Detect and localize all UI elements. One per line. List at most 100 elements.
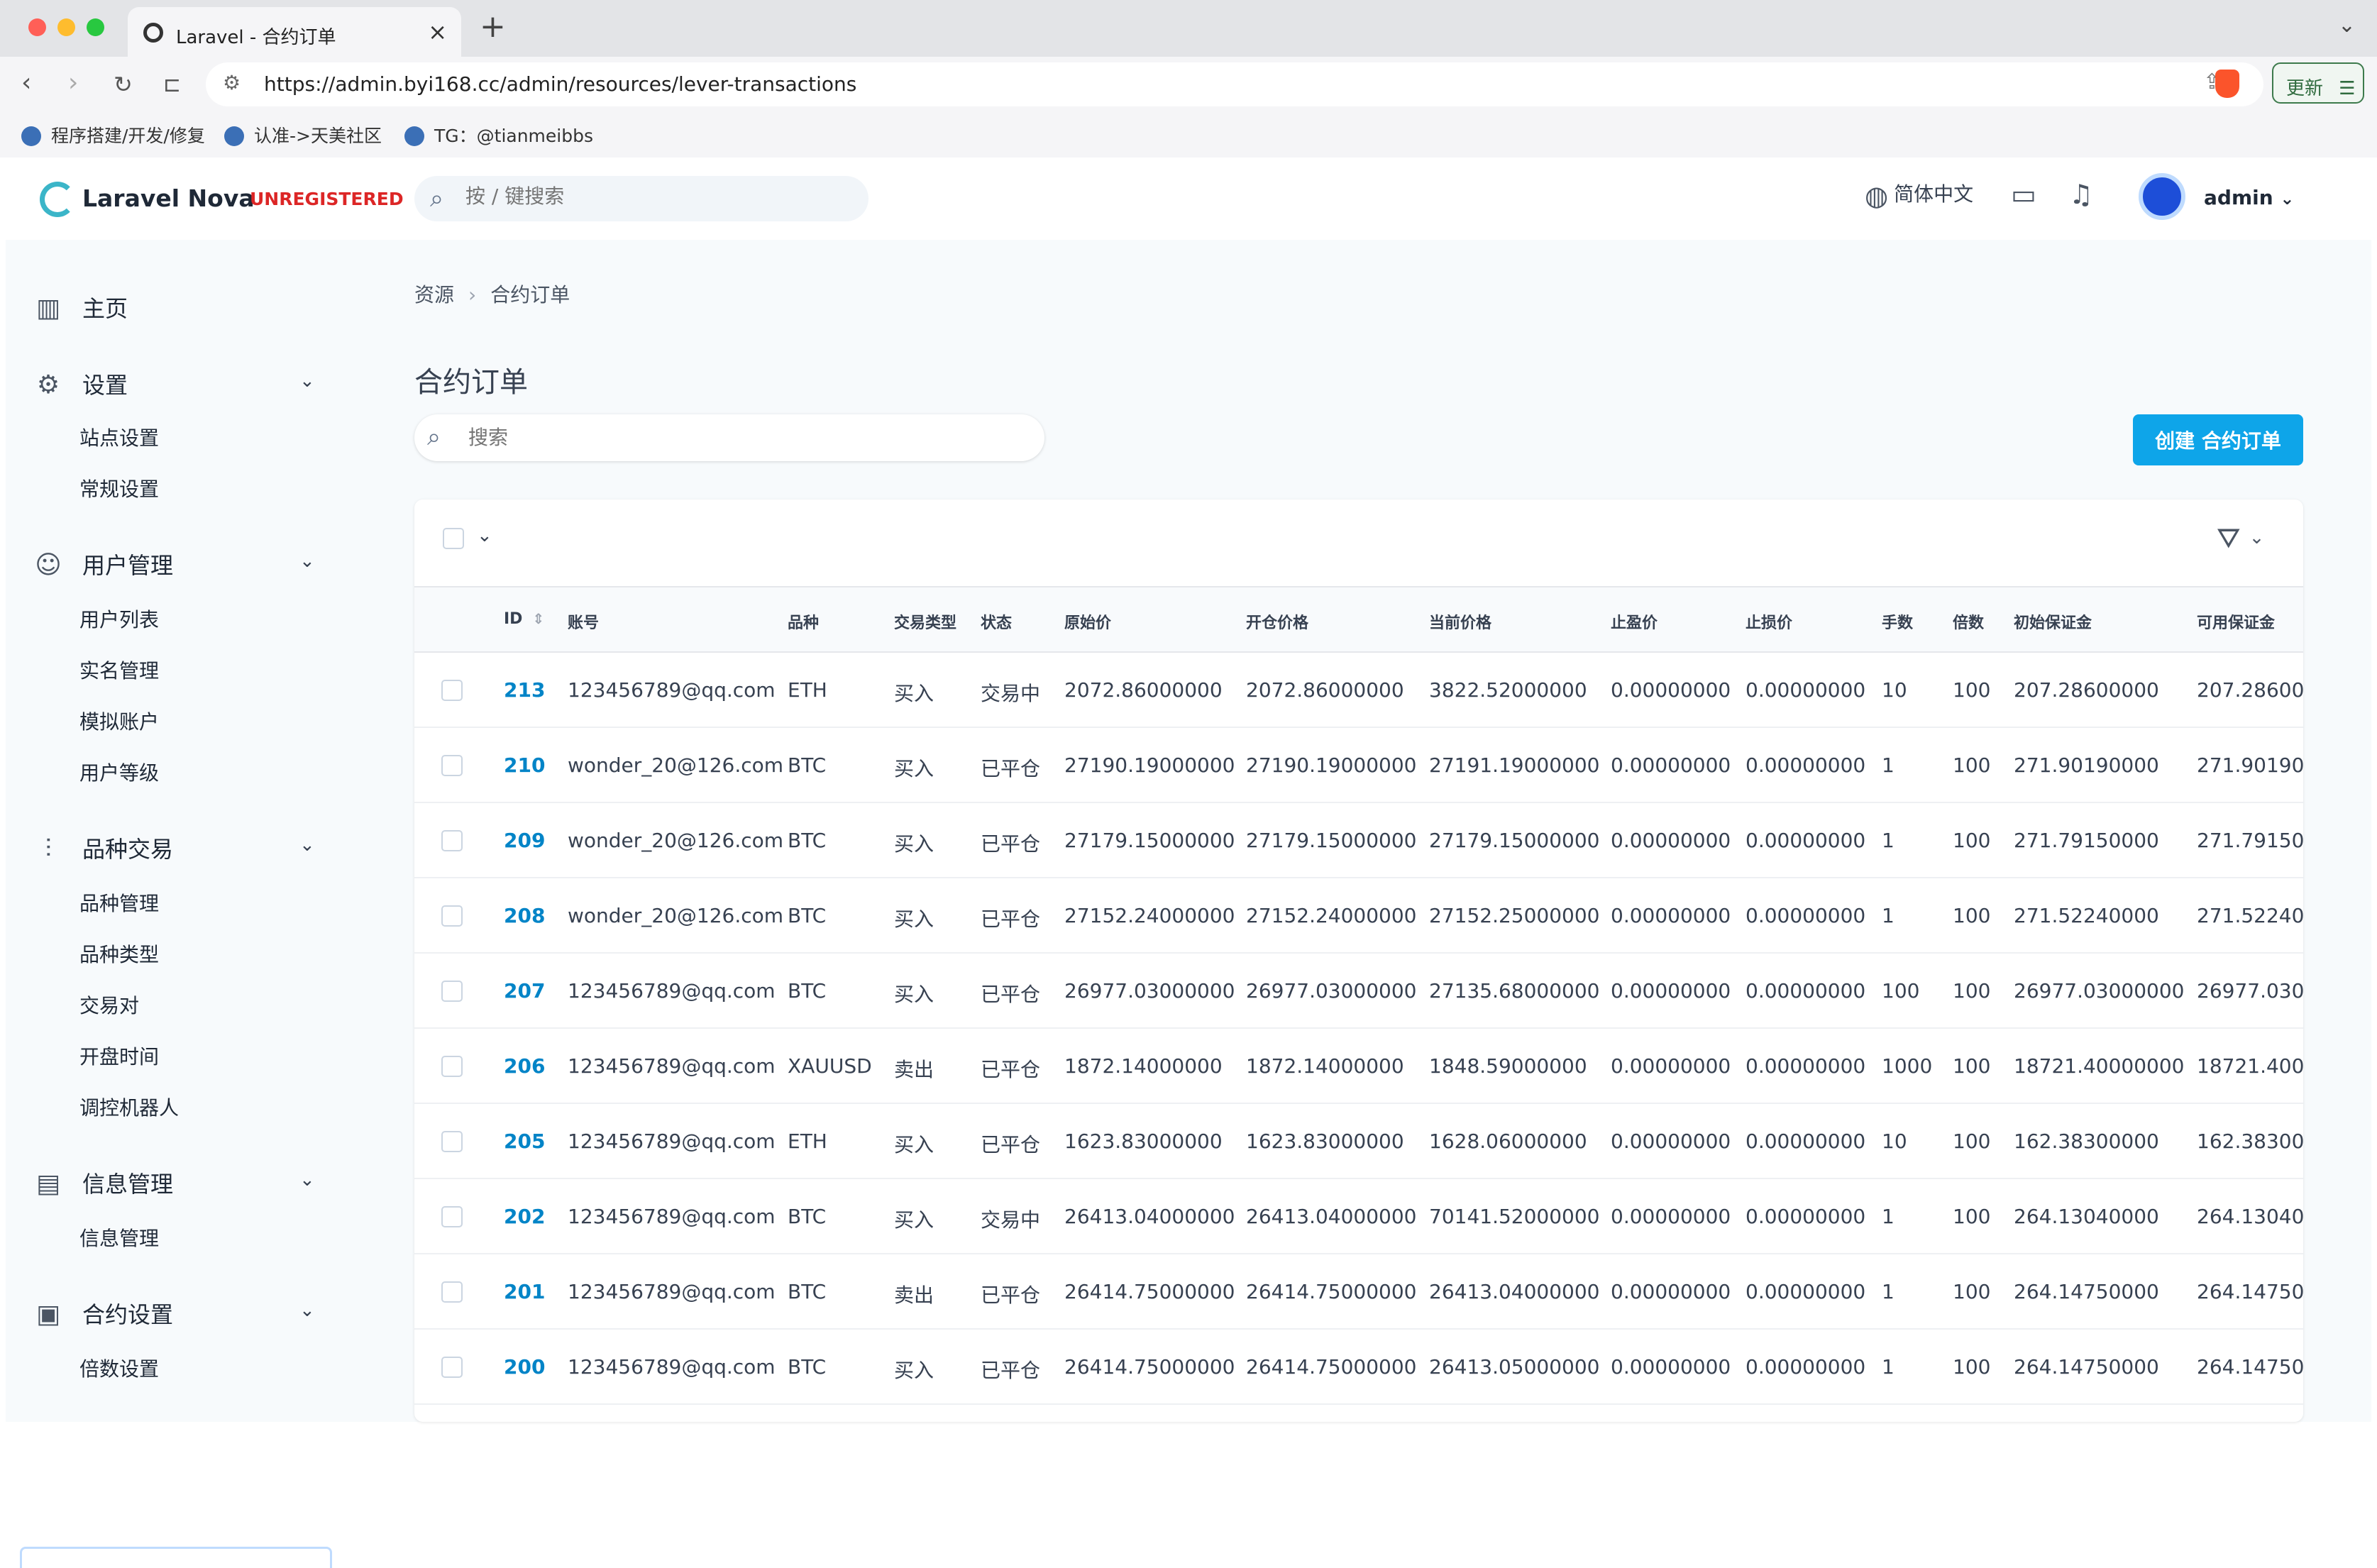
brave-shield-icon[interactable] xyxy=(2215,70,2239,98)
resource-search-input[interactable] xyxy=(468,426,1022,449)
brand-name[interactable]: Laravel Nova xyxy=(82,184,255,212)
close-tab-icon[interactable]: × xyxy=(428,18,447,45)
cell-take-profit: 0.00000000 xyxy=(1611,904,1731,927)
row-checkbox[interactable] xyxy=(441,1206,463,1227)
avatar[interactable] xyxy=(2139,173,2185,220)
cell-id[interactable]: 207 xyxy=(504,979,545,1003)
row-checkbox[interactable] xyxy=(441,755,463,776)
sort-icon[interactable]: ⇕ xyxy=(532,610,544,627)
table-row[interactable]: 200 123456789@qq.com BTC 买入 已平仓 26414.7500000… xyxy=(414,1330,2303,1405)
cell-stop-loss: 0.00000000 xyxy=(1745,1054,1866,1078)
sidebar-group-trading[interactable]: ⫶ 品种交易 ⌄ xyxy=(33,832,315,864)
sidebar-item[interactable]: 开盘时间 xyxy=(79,1042,159,1070)
cell-available-margin: 18721.4000 xyxy=(2197,1054,2303,1078)
sidebar-item-home[interactable]: ▥ 主页 xyxy=(33,291,128,324)
global-search-input[interactable] xyxy=(465,184,849,208)
bookmark-item[interactable]: 认准->天美社区 xyxy=(224,122,382,148)
sidebar-item[interactable]: 用户列表 xyxy=(79,604,159,633)
new-tab-icon[interactable]: + xyxy=(480,9,506,45)
row-checkbox[interactable] xyxy=(441,905,463,927)
cell-id[interactable]: 208 xyxy=(504,904,545,927)
chevron-down-icon[interactable]: ⌄ xyxy=(2249,527,2265,548)
column-header-lots: 手数 xyxy=(1882,614,1914,632)
table-row[interactable]: 202 123456789@qq.com BTC 买入 交易中 26413.0400000… xyxy=(414,1179,2303,1254)
maximize-window-button[interactable] xyxy=(87,18,104,36)
site-settings-icon[interactable]: ⚙ xyxy=(223,71,241,94)
tab-list-chevron-icon[interactable]: ⌄ xyxy=(2338,13,2356,38)
row-checkbox[interactable] xyxy=(441,1056,463,1077)
cell-id[interactable]: 209 xyxy=(504,829,545,852)
table-row[interactable]: 206 123456789@qq.com XAUUSD 卖出 已平仓 1872.14000… xyxy=(414,1029,2303,1104)
update-button[interactable]: 更新 ☰ xyxy=(2272,62,2364,104)
row-checkbox[interactable] xyxy=(441,680,463,701)
cell-account: wonder_20@126.com xyxy=(568,904,784,927)
cell-trade-type: 买入 xyxy=(894,682,934,705)
cell-id[interactable]: 201 xyxy=(504,1280,545,1303)
filter-icon[interactable]: ⛛ ⌄ xyxy=(2217,522,2264,555)
chevron-down-icon[interactable]: ⌄ xyxy=(299,1300,315,1321)
sidebar-group-users[interactable]: ☺ 用户管理 ⌄ xyxy=(33,548,315,580)
sidebar-item[interactable]: 站点设置 xyxy=(79,423,159,451)
sidebar-item[interactable]: 调控机器人 xyxy=(79,1093,179,1121)
table-row[interactable]: 213 123456789@qq.com ETH 买入 交易中 2072.86000000… xyxy=(414,653,2303,728)
cell-symbol: BTC xyxy=(788,1280,827,1303)
resource-search[interactable]: ⌕ xyxy=(414,414,1044,461)
sidebar-item[interactable]: 信息管理 xyxy=(79,1223,159,1252)
sidebar-group-messages[interactable]: ▤ 信息管理 ⌄ xyxy=(33,1166,315,1199)
reload-icon[interactable]: ↻ xyxy=(114,71,133,98)
sidebar-item[interactable]: 常规设置 xyxy=(79,474,159,502)
cell-id[interactable]: 200 xyxy=(504,1355,545,1379)
url-text[interactable]: https://admin.byi168.cc/admin/resources/… xyxy=(264,72,856,96)
chevron-down-icon[interactable]: ⌄ xyxy=(299,834,315,856)
minimize-window-button[interactable] xyxy=(57,18,75,36)
chevron-down-icon[interactable]: ⌄ xyxy=(299,551,315,572)
user-menu[interactable]: admin ⌄ xyxy=(2204,186,2295,209)
table-row[interactable]: 201 123456789@qq.com BTC 卖出 已平仓 26414.7500000… xyxy=(414,1254,2303,1330)
nova-logo-icon[interactable] xyxy=(40,182,75,217)
sidebar-item[interactable]: 交易对 xyxy=(79,990,139,1019)
sidebar-item[interactable]: 实名管理 xyxy=(79,656,159,684)
sidebar-group-contract[interactable]: ▣ 合约设置 ⌄ xyxy=(33,1297,315,1330)
table-row[interactable]: 207 123456789@qq.com BTC 买入 已平仓 26977.0300000… xyxy=(414,954,2303,1029)
cell-id[interactable]: 210 xyxy=(504,753,545,777)
row-checkbox[interactable] xyxy=(441,830,463,851)
back-icon[interactable]: ‹ xyxy=(21,68,31,97)
table-row[interactable]: 210 wonder_20@126.com BTC 买入 已平仓 27190.190000… xyxy=(414,728,2303,803)
global-search[interactable]: ⌕ xyxy=(414,176,868,221)
table-row[interactable]: 209 wonder_20@126.com BTC 买入 已平仓 27179.150000… xyxy=(414,803,2303,878)
forward-icon[interactable]: › xyxy=(68,68,78,97)
cell-id[interactable]: 206 xyxy=(504,1054,545,1078)
bell-icon[interactable]: ♫ xyxy=(2069,179,2093,210)
bookmark-item[interactable]: TG：@tianmeibbs xyxy=(404,122,593,148)
row-checkbox[interactable] xyxy=(441,1131,463,1152)
table-row[interactable]: 208 wonder_20@126.com BTC 买入 已平仓 27152.240000… xyxy=(414,878,2303,954)
row-checkbox[interactable] xyxy=(441,1357,463,1378)
create-order-button[interactable]: 创建 合约订单 xyxy=(2133,414,2303,465)
sidebar-item[interactable]: 模拟账户 xyxy=(79,707,159,735)
close-window-button[interactable] xyxy=(28,18,46,36)
select-all-checkbox[interactable] xyxy=(443,528,464,549)
monitor-icon[interactable]: ▭ xyxy=(2011,179,2036,210)
bookmark-item[interactable]: 程序搭建/开发/修复 xyxy=(21,122,205,148)
table-row[interactable]: 205 123456789@qq.com ETH 买入 已平仓 1623.83000000… xyxy=(414,1104,2303,1179)
bookmark-icon[interactable]: ⊏ xyxy=(163,72,181,97)
chevron-down-icon[interactable]: ⌄ xyxy=(477,525,492,546)
row-checkbox[interactable] xyxy=(441,981,463,1002)
browser-tab[interactable]: Laravel - 合约订单 × xyxy=(128,7,461,57)
sidebar-active-item[interactable] xyxy=(20,1547,332,1568)
chevron-down-icon[interactable]: ⌄ xyxy=(299,370,315,392)
cell-id[interactable]: 202 xyxy=(504,1205,545,1228)
breadcrumb-link[interactable]: 资源 xyxy=(414,283,454,307)
language-switcher[interactable]: ◍ 简体中文 xyxy=(1865,179,1973,211)
cell-id[interactable]: 213 xyxy=(504,678,545,702)
address-bar[interactable]: ⚙ https://admin.byi168.cc/admin/resource… xyxy=(206,62,2263,106)
sidebar-item[interactable]: 用户等级 xyxy=(79,758,159,786)
sidebar-group-settings[interactable]: ⚙ 设置 ⌄ xyxy=(33,368,315,400)
sidebar-item[interactable]: 品种管理 xyxy=(79,888,159,917)
sidebar-item[interactable]: 品种类型 xyxy=(79,939,159,968)
sidebar-item[interactable]: 倍数设置 xyxy=(79,1354,159,1382)
cell-id[interactable]: 205 xyxy=(504,1130,545,1153)
column-header-id[interactable]: ID ⇕ xyxy=(504,610,544,628)
row-checkbox[interactable] xyxy=(441,1281,463,1303)
chevron-down-icon[interactable]: ⌄ xyxy=(299,1169,315,1191)
